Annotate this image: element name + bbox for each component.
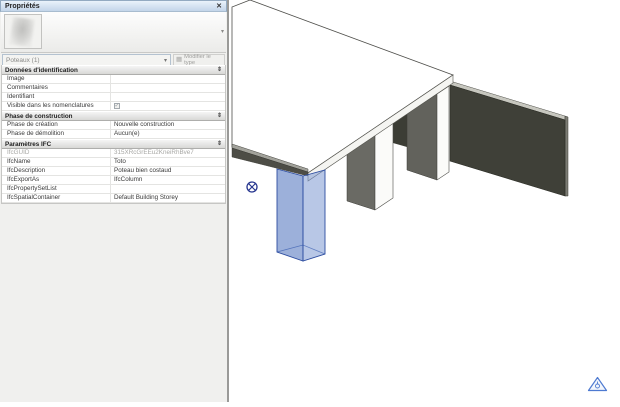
property-value[interactable]: Poteau bien costaud: [111, 167, 225, 175]
property-label: Phase de démolition: [2, 130, 111, 138]
property-value[interactable]: [111, 185, 225, 193]
property-value[interactable]: [111, 84, 225, 92]
property-row-ifcpropertysetlist: IfcPropertySetList: [2, 185, 225, 194]
section-title: Données d'identification: [5, 66, 78, 74]
property-row-ifcname: IfcName Toto: [2, 158, 225, 167]
property-label: IfcExportAs: [2, 176, 111, 184]
property-grid: Données d'identification ⇕ Image Comment…: [1, 65, 226, 204]
property-value: [111, 102, 225, 110]
visible-checkbox[interactable]: [114, 102, 120, 110]
palette-titlebar[interactable]: Propriétés ✕: [0, 0, 227, 12]
property-row-ifcexportas: IfcExportAs IfcColumn: [2, 176, 225, 185]
property-row-ifcspatialcontainer: IfcSpatialContainer Default Building Sto…: [2, 194, 225, 203]
property-row-phase-demolition: Phase de démolition Aucun(e): [2, 130, 225, 139]
section-header-identification[interactable]: Données d'identification ⇕: [2, 65, 225, 75]
property-row-ifcguid: IfcGUID 315XRcGrEEu2KneiRhBve7: [2, 149, 225, 158]
property-row-visible-nomenclatures: Visible dans les nomenclatures: [2, 102, 225, 111]
property-label: Identifiant: [2, 93, 111, 101]
property-value[interactable]: IfcColumn: [111, 176, 225, 184]
section-title: Phase de construction: [5, 112, 73, 120]
property-value[interactable]: [111, 93, 225, 101]
property-label: Commentaires: [2, 84, 111, 92]
property-label: IfcSpatialContainer: [2, 194, 111, 202]
property-row-commentaires: Commentaires: [2, 84, 225, 93]
property-value[interactable]: Nouvelle construction: [111, 121, 225, 129]
triangle-marker-icon[interactable]: [587, 376, 608, 392]
property-row-ifcdescription: IfcDescription Poteau bien costaud: [2, 167, 225, 176]
palette-title: Propriétés: [5, 2, 40, 10]
column-2-front-face[interactable]: [374, 122, 394, 211]
collapse-icon[interactable]: ⇕: [217, 67, 222, 73]
property-label: IfcPropertySetList: [2, 185, 111, 193]
close-icon[interactable]: ✕: [216, 3, 222, 10]
type-selector-value: Poteaux (1): [6, 56, 40, 64]
property-value: 315XRcGrEEu2KneiRhBve7: [114, 149, 194, 156]
preview-expander-icon[interactable]: ▾: [221, 28, 224, 35]
property-label: Image: [2, 75, 111, 83]
property-label: Visible dans les nomenclatures: [2, 102, 111, 110]
property-value[interactable]: Aucun(e): [111, 130, 225, 138]
section-header-phase[interactable]: Phase de construction ⇕: [2, 111, 225, 121]
property-row-identifiant: Identifiant: [2, 93, 225, 102]
property-label: IfcDescription: [2, 167, 111, 175]
preview-image: [9, 16, 35, 48]
collapse-icon[interactable]: ⇕: [217, 141, 222, 147]
property-label: IfcGUID: [2, 149, 111, 157]
properties-palette: Propriétés ✕ ▾ Poteaux (1) ▾ ▦ Modifier …: [0, 0, 229, 402]
property-value[interactable]: Default Building Storey: [111, 194, 225, 202]
modify-type-icon: ▦: [176, 56, 183, 63]
selected-column[interactable]: [276, 168, 326, 262]
section-header-ifc[interactable]: Paramètres IFC ⇕: [2, 139, 225, 149]
property-value[interactable]: Toto: [111, 158, 225, 166]
property-row-image: Image: [2, 75, 225, 84]
collapse-icon[interactable]: ⇕: [217, 113, 222, 119]
type-preview: ▾: [1, 12, 226, 53]
property-value[interactable]: [111, 75, 225, 83]
column-3-front-face[interactable]: [436, 85, 450, 181]
section-title: Paramètres IFC: [5, 140, 52, 148]
property-label: Phase de création: [2, 121, 111, 129]
wall-end-face[interactable]: [564, 115, 569, 197]
property-row-phase-creation: Phase de création Nouvelle construction: [2, 121, 225, 130]
circle-x-marker-icon[interactable]: [246, 181, 258, 193]
chevron-down-icon: ▾: [163, 57, 167, 64]
property-label: IfcName: [2, 158, 111, 166]
type-preview-thumbnail: [4, 14, 42, 49]
